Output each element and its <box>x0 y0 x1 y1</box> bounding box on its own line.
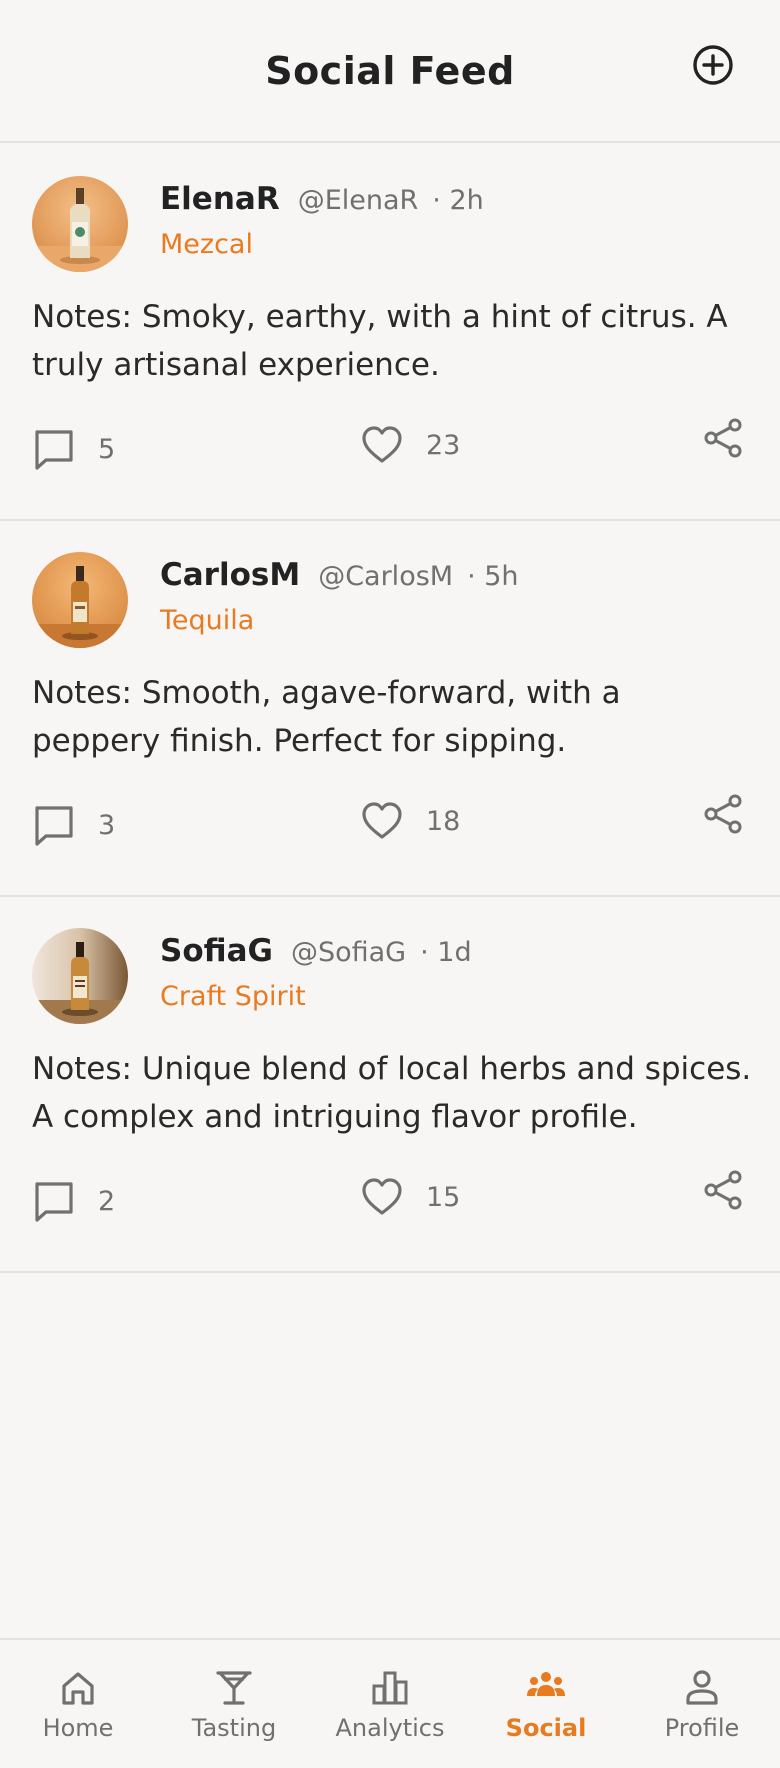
cocktail-glass-icon <box>216 1671 252 1705</box>
comment-icon <box>35 430 73 470</box>
social-feed-screen: Social Feed ElenaR @ElenaR · 2h Mezcal N… <box>0 0 780 1768</box>
plus-circle-icon <box>693 45 733 85</box>
like-count: 23 <box>426 429 461 461</box>
like-button[interactable]: 15 <box>360 1175 460 1219</box>
like-button[interactable]: 23 <box>360 423 460 467</box>
bottom-nav: Home Tasting Analytics Social Profile <box>0 1638 780 1768</box>
avatar[interactable] <box>32 176 128 272</box>
add-post-button[interactable] <box>692 44 734 86</box>
person-icon <box>686 1670 718 1705</box>
user-handle[interactable]: @SofiaG <box>291 937 406 968</box>
username[interactable]: ElenaR <box>160 181 280 217</box>
top-bar: Social Feed <box>0 0 780 143</box>
feed-list: ElenaR @ElenaR · 2h Mezcal Notes: Smoky,… <box>0 145 780 1273</box>
spirit-category[interactable]: Mezcal <box>160 229 756 260</box>
home-icon <box>62 1672 94 1705</box>
post-meta: CarlosM @CarlosM · 5h Tequila <box>160 557 756 636</box>
like-button[interactable]: 18 <box>360 799 460 843</box>
nav-item-home[interactable]: Home <box>0 1640 156 1768</box>
post-actions: 3 18 <box>32 794 744 853</box>
post-actions: 5 23 <box>32 418 744 477</box>
post-time: · 5h <box>467 561 519 592</box>
like-count: 15 <box>426 1181 461 1213</box>
heart-icon <box>362 1178 402 1215</box>
nav-label: Profile <box>664 1714 740 1742</box>
nav-item-social[interactable]: Social <box>468 1640 624 1768</box>
heart-icon <box>362 802 402 839</box>
tasting-notes: Notes: Unique blend of local herbs and s… <box>32 1051 752 1135</box>
tasting-notes: Notes: Smooth, agave-forward, with a pep… <box>32 675 621 759</box>
username[interactable]: CarlosM <box>160 557 300 593</box>
nav-label: Home <box>42 1714 114 1742</box>
avatar[interactable] <box>32 552 128 648</box>
spirit-category[interactable]: Tequila <box>160 605 756 636</box>
nav-label: Tasting <box>191 1714 277 1742</box>
comment-count: 2 <box>98 1185 116 1217</box>
tasting-notes: Notes: Smoky, earthy, with a hint of cit… <box>32 299 728 383</box>
bottle-photo-icon <box>32 928 128 1024</box>
post-time: · 2h <box>432 185 484 216</box>
user-handle[interactable]: @CarlosM <box>318 561 453 592</box>
like-count: 18 <box>426 805 461 837</box>
nav-item-tasting[interactable]: Tasting <box>156 1640 312 1768</box>
post-actions: 2 15 <box>32 1170 744 1229</box>
post-card[interactable]: CarlosM @CarlosM · 5h Tequila Notes: Smo… <box>0 521 780 897</box>
comment-button[interactable]: 3 <box>32 803 115 847</box>
bottle-photo-icon <box>32 552 128 648</box>
page-title: Social Feed <box>265 48 515 93</box>
share-button[interactable] <box>702 793 744 835</box>
nav-item-analytics[interactable]: Analytics <box>312 1640 468 1768</box>
comment-count: 5 <box>98 433 116 465</box>
bottle-photo-icon <box>32 176 128 272</box>
username[interactable]: SofiaG <box>160 933 273 969</box>
post-meta: SofiaG @SofiaG · 1d Craft Spirit <box>160 933 756 1012</box>
share-icon <box>704 794 742 834</box>
share-icon <box>704 418 742 458</box>
heart-icon <box>362 426 402 463</box>
comment-icon <box>35 806 73 846</box>
post-meta: ElenaR @ElenaR · 2h Mezcal <box>160 181 756 260</box>
nav-label: Analytics <box>335 1714 445 1742</box>
comment-button[interactable]: 5 <box>32 427 115 471</box>
nav-label: Social <box>505 1714 587 1742</box>
group-icon <box>527 1672 565 1696</box>
bar-chart-icon <box>372 1671 408 1705</box>
comment-count: 3 <box>98 809 116 841</box>
user-handle[interactable]: @ElenaR <box>298 185 419 216</box>
post-time: · 1d <box>420 937 472 968</box>
post-card[interactable]: SofiaG @SofiaG · 1d Craft Spirit Notes: … <box>0 897 780 1273</box>
share-icon <box>704 1170 742 1210</box>
avatar[interactable] <box>32 928 128 1024</box>
share-button[interactable] <box>702 1169 744 1211</box>
nav-item-profile[interactable]: Profile <box>624 1640 780 1768</box>
comment-icon <box>35 1182 73 1222</box>
share-button[interactable] <box>702 417 744 459</box>
spirit-category[interactable]: Craft Spirit <box>160 981 756 1012</box>
post-card[interactable]: ElenaR @ElenaR · 2h Mezcal Notes: Smoky,… <box>0 145 780 521</box>
comment-button[interactable]: 2 <box>32 1179 115 1223</box>
